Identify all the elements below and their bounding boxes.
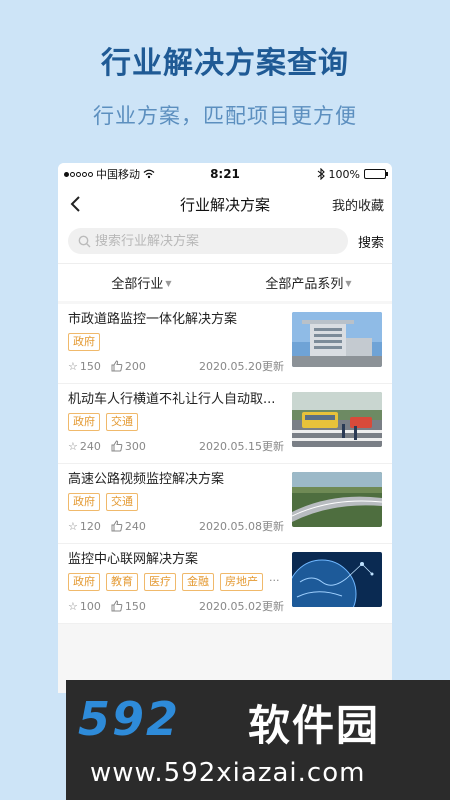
- tag-list: 政府 交通: [68, 413, 286, 431]
- tag-list: 政府: [68, 333, 286, 351]
- watermark-url: www.592xiazai.com: [90, 758, 366, 788]
- solution-thumbnail: [292, 552, 382, 607]
- solution-thumbnail: [292, 392, 382, 447]
- promo-title: 行业解决方案查询: [101, 46, 349, 81]
- like-count: 240: [111, 520, 146, 533]
- tag: 房地产: [220, 573, 263, 591]
- caret-down-icon: ▼: [165, 279, 172, 288]
- tag: 教育: [106, 573, 138, 591]
- like-count: 150: [111, 600, 146, 613]
- solution-item[interactable]: 高速公路视频监控解决方案 政府 交通 ☆ 120 240 2020.05.08更新: [58, 464, 392, 544]
- product-series-filter-label: 全部产品系列: [265, 277, 344, 292]
- solution-list: 市政道路监控一体化解决方案 政府 ☆150 200 2020.05.20更新: [58, 304, 392, 624]
- promo-subtitle: 行业方案，匹配项目更方便: [93, 104, 357, 128]
- watermark-banner: 592 软件园 www.592xiazai.com: [66, 680, 450, 800]
- star-icon: ☆: [68, 599, 78, 613]
- updated-date: 2020.05.20更新: [199, 360, 284, 373]
- product-series-filter[interactable]: 全部产品系列 ▼: [225, 273, 392, 292]
- back-arrow-icon[interactable]: [66, 196, 86, 212]
- solution-item[interactable]: 监控中心联网解决方案 政府 教育 医疗 金融 房地产 ··· ☆100 150: [58, 544, 392, 624]
- tag: 医疗: [144, 573, 176, 591]
- solution-title: 机动车人行横道不礼让行人自动取...: [68, 392, 276, 407]
- tag: 政府: [68, 413, 100, 431]
- updated-date: 2020.05.02更新: [199, 600, 284, 613]
- status-bar: 中国移动 8:21 100%: [58, 163, 392, 185]
- industry-filter-label: 全部行业: [111, 277, 164, 292]
- solution-title: 市政道路监控一体化解决方案: [68, 312, 238, 327]
- nav-bar: 行业解决方案 我的收藏: [58, 185, 392, 223]
- updated-date: 2020.05.15更新: [199, 440, 284, 453]
- tag: 交通: [106, 413, 138, 431]
- tag: 交通: [106, 493, 138, 511]
- bluetooth-icon: [317, 168, 325, 180]
- watermark-brand: 软件园: [248, 701, 381, 750]
- solution-title: 监控中心联网解决方案: [68, 552, 199, 567]
- star-icon: ☆: [68, 519, 78, 533]
- thumbs-up-icon: [111, 600, 123, 612]
- favorite-count: ☆ 240: [68, 439, 101, 453]
- search-button[interactable]: 搜索: [358, 232, 384, 251]
- like-count: 300: [111, 440, 146, 453]
- favorite-count: ☆ 120: [68, 519, 101, 533]
- tag-list: 政府 交通: [68, 493, 286, 511]
- tag-list: 政府 教育 医疗 金融 房地产 ···: [68, 573, 286, 591]
- search-input[interactable]: [95, 233, 315, 249]
- tag: 政府: [68, 573, 100, 591]
- solution-item[interactable]: 机动车人行横道不礼让行人自动取... 政府 交通 ☆ 240 300 2020.0…: [58, 384, 392, 464]
- updated-date: 2020.05.08更新: [199, 520, 284, 533]
- search-row: 搜索: [58, 223, 392, 263]
- solution-thumbnail: [292, 312, 382, 367]
- filter-bar: 全部行业 ▼ 全部产品系列 ▼: [58, 263, 392, 301]
- solution-title: 高速公路视频监控解决方案: [68, 472, 225, 487]
- tag: 政府: [68, 493, 100, 511]
- more-tags-icon: ···: [269, 574, 280, 587]
- favorite-count: ☆ 150: [68, 359, 101, 373]
- caret-down-icon: ▼: [345, 279, 352, 288]
- star-icon: ☆: [68, 439, 78, 453]
- thumbs-up-icon: [111, 520, 123, 532]
- thumbs-up-icon: [111, 360, 123, 372]
- search-box: [68, 228, 348, 254]
- solution-thumbnail: [292, 472, 382, 527]
- thumbs-up-icon: [111, 440, 123, 452]
- like-count: 200: [111, 360, 146, 373]
- battery-percent: 100%: [328, 167, 360, 181]
- tag: 金融: [182, 573, 214, 591]
- star-icon: ☆: [68, 359, 78, 373]
- search-icon: [78, 235, 91, 247]
- solution-item[interactable]: 市政道路监控一体化解决方案 政府 ☆ 150 200 2020.05.20更新: [58, 304, 392, 384]
- my-favorites-button[interactable]: 我的收藏: [332, 195, 384, 214]
- industry-filter[interactable]: 全部行业 ▼: [58, 273, 225, 292]
- tag: 政府: [68, 333, 100, 351]
- favorite-count: ☆ 100: [68, 599, 101, 613]
- battery-icon: [364, 169, 388, 179]
- watermark-logo: 592: [78, 692, 181, 746]
- phone-screen: 中国移动 8:21 100% 行业解决方案 我的收藏 搜索行业解决方案 搜索 全…: [58, 163, 392, 693]
